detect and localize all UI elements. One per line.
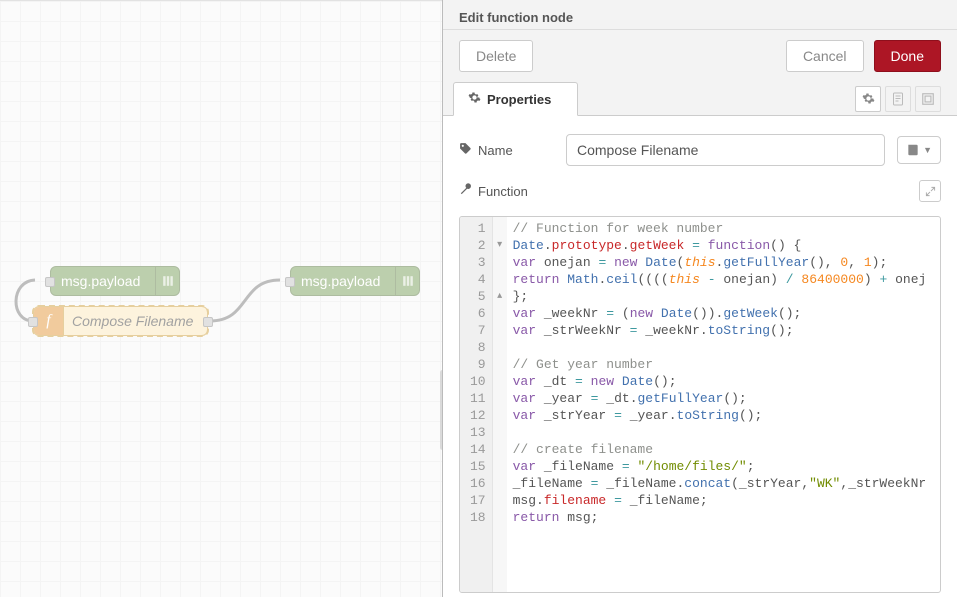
function-label: Function — [459, 183, 528, 199]
node-description-button[interactable] — [885, 86, 911, 112]
editor-fold-column[interactable]: ▾ ▴ — [493, 217, 507, 592]
flow-canvas[interactable]: msg.payload msg.payload f Compose Filena… — [0, 0, 443, 597]
node-appearance-button[interactable] — [915, 86, 941, 112]
wrench-icon — [459, 183, 472, 199]
cancel-button[interactable]: Cancel — [786, 40, 864, 72]
gear-icon — [468, 91, 481, 107]
tag-icon — [459, 142, 472, 158]
tab-properties[interactable]: Properties — [453, 82, 578, 116]
debug-toggle[interactable] — [155, 267, 179, 295]
book-icon — [906, 143, 920, 157]
node-output-port[interactable] — [203, 317, 213, 327]
node-label: msg.payload — [61, 273, 140, 289]
code-editor[interactable]: 1 2 3 4 5 6 7 8 9 10 11 12 13 14 15 16 1… — [459, 216, 941, 593]
edit-panel: Edit function node Delete Cancel Done Pr… — [442, 0, 957, 597]
name-input[interactable] — [566, 134, 885, 166]
tab-label: Properties — [487, 92, 551, 107]
editor-gutter: 1 2 3 4 5 6 7 8 9 10 11 12 13 14 15 16 1… — [460, 217, 493, 592]
function-node-compose-filename[interactable]: f Compose Filename — [33, 306, 208, 336]
function-icon: f — [34, 307, 64, 335]
delete-button[interactable]: Delete — [459, 40, 533, 72]
caret-down-icon: ▼ — [923, 145, 932, 155]
node-input-port[interactable] — [285, 277, 295, 287]
debug-node-2[interactable]: msg.payload — [290, 266, 420, 296]
node-label: Compose Filename — [64, 313, 193, 329]
node-settings-button[interactable] — [855, 86, 881, 112]
panel-title: Edit function node — [443, 0, 957, 30]
wires — [0, 1, 443, 598]
done-button[interactable]: Done — [874, 40, 941, 72]
library-button[interactable]: ▼ — [897, 136, 941, 164]
node-input-port[interactable] — [28, 317, 38, 327]
debug-node-1[interactable]: msg.payload — [50, 266, 180, 296]
editor-code-area[interactable]: // Function for week number Date.prototy… — [507, 217, 940, 592]
tabs-row: Properties — [443, 82, 957, 116]
name-label: Name — [459, 142, 554, 158]
function-row-header: Function — [459, 180, 941, 202]
debug-toggle[interactable] — [395, 267, 419, 295]
properties-form: Name ▼ Function 1 2 3 4 5 6 7 8 9 10 11 … — [443, 116, 957, 597]
panel-button-row: Delete Cancel Done — [443, 30, 957, 82]
expand-icon — [925, 186, 936, 197]
node-label: msg.payload — [301, 273, 380, 289]
node-input-port[interactable] — [45, 277, 55, 287]
name-row: Name ▼ — [459, 134, 941, 166]
expand-editor-button[interactable] — [919, 180, 941, 202]
